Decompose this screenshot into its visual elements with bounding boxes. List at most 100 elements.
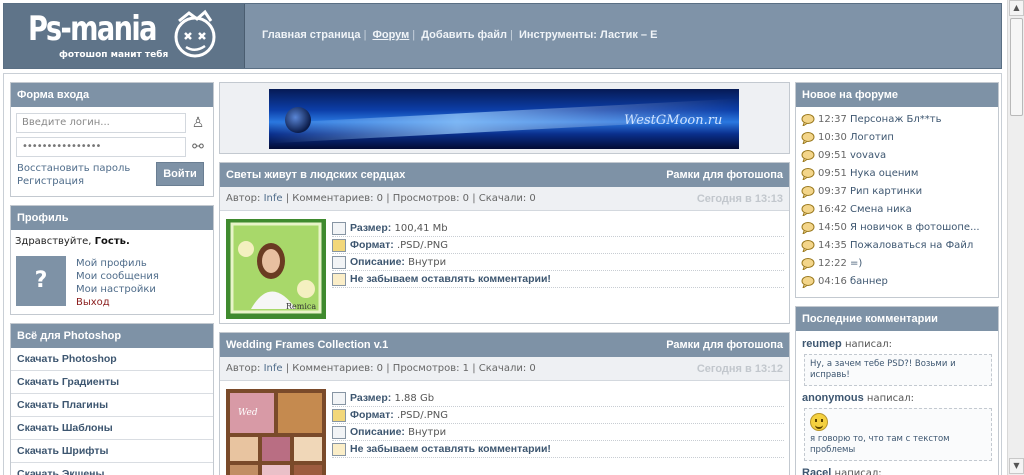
comment-author-line: Racel написал:	[796, 465, 998, 475]
comment-author-line: anonymous написал:	[802, 392, 915, 404]
restore-password-link[interactable]: Восстановить пароль	[17, 163, 130, 175]
forum-item[interactable]: 16:42 Смена ника	[796, 201, 998, 219]
page-scrollbar[interactable]: ▲ ▼	[1007, 0, 1024, 475]
forum-item[interactable]: 04:16 баннер	[796, 273, 998, 291]
svg-text:Remica: Remica	[286, 302, 316, 311]
article-title[interactable]: Wedding Frames Collection v.1	[226, 339, 388, 351]
logo[interactable]: Ps-mania фотошоп манит тебя	[4, 4, 245, 68]
svg-text:Wed: Wed	[238, 408, 258, 418]
my-settings-link[interactable]: Мои настройки	[76, 283, 159, 296]
pencil-icon	[332, 273, 346, 286]
logo-face-icon	[174, 9, 216, 58]
nav-home[interactable]: Главная страница	[262, 29, 361, 41]
format-icon	[332, 409, 346, 422]
comment-author[interactable]: Racel	[802, 467, 831, 475]
forum-item[interactable]: 12:37 Персонаж Бл**ть	[796, 111, 998, 129]
forum-title: Новое на форуме	[796, 83, 998, 107]
scroll-thumb[interactable]	[1010, 18, 1023, 116]
article-thumbnail[interactable]: Remica	[226, 219, 326, 319]
article-info: Размер: 1.88 Gb Формат: .PSD/.PNG Описан…	[332, 390, 784, 458]
forum-topic-icon	[801, 204, 815, 216]
forum-list: 12:37 Персонаж Бл**ть 10:30 Логотип 09:5…	[796, 107, 998, 291]
login-button[interactable]: Войти	[156, 162, 204, 186]
forum-topic-icon	[801, 240, 815, 252]
article-downloads: Скачали: 0	[478, 363, 536, 374]
article-category[interactable]: Рамки для фотошопа	[666, 333, 783, 357]
info-size: Размер: 1.88 Gb	[332, 390, 784, 407]
my-messages-link[interactable]: Мои сообщения	[76, 270, 159, 283]
download-templates-link[interactable]: Скачать Шаблоны	[11, 417, 213, 440]
forum-item[interactable]: 12:22 =)	[796, 255, 998, 273]
greeting: Здравствуйте, Гость.	[15, 236, 130, 247]
comment-author[interactable]: anonymous	[802, 392, 864, 404]
article-info: Размер: 100,41 Mb Формат: .PSD/.PNG Опис…	[332, 220, 784, 288]
forum-item[interactable]: 09:51 vovava	[796, 147, 998, 165]
banner-image[interactable]: WestGMoon.ru	[269, 89, 739, 149]
forum-topic-icon	[801, 186, 815, 198]
forum-item[interactable]: 14:35 Пожаловаться на Файл	[796, 237, 998, 255]
logo-title: Ps-mania	[28, 9, 157, 49]
register-link[interactable]: Регистрация	[17, 176, 84, 188]
page: Ps-mania фотошоп манит тебя Главная стра…	[3, 3, 1004, 475]
article-comments: Комментариев: 0	[292, 193, 384, 204]
center-column: WestGMoon.ru Светы живут в людских сердц…	[219, 82, 790, 475]
forum-item[interactable]: 10:30 Логотип	[796, 129, 998, 147]
info-size: Размер: 100,41 Mb	[332, 220, 784, 237]
nav-tools[interactable]: Инструменты: Ластик – Е	[519, 29, 657, 41]
article-author[interactable]: Infe	[264, 193, 283, 204]
scroll-down-icon[interactable]: ▼	[1009, 458, 1024, 474]
profile-links: Мой профиль Мои сообщения Мои настройки …	[76, 257, 159, 309]
description-icon	[332, 426, 346, 439]
info-description: Описание: Внутри	[332, 254, 784, 271]
my-profile-link[interactable]: Мой профиль	[76, 257, 159, 270]
download-gradients-link[interactable]: Скачать Градиенты	[11, 371, 213, 394]
forum-box: Новое на форуме 12:37 Персонаж Бл**ть 10…	[795, 82, 999, 298]
password-input[interactable]: ••••••••••••••••	[16, 137, 186, 157]
forum-item[interactable]: 09:51 Нука оценим	[796, 165, 998, 183]
download-fonts-link[interactable]: Скачать Шрифты	[11, 440, 213, 463]
login-title: Форма входа	[11, 83, 213, 107]
article-thumbnail[interactable]: Wed	[226, 389, 326, 475]
logout-link[interactable]: Выход	[76, 296, 159, 309]
site-header: Ps-mania фотошоп манит тебя Главная стра…	[3, 3, 1002, 69]
scroll-up-icon[interactable]: ▲	[1009, 0, 1024, 16]
avatar: ?	[16, 256, 66, 306]
info-reminder: Не забываем оставлять комментарии!	[332, 441, 784, 458]
forum-topic-icon	[801, 132, 815, 144]
nav-add-file[interactable]: Добавить файл	[421, 29, 507, 41]
article-category[interactable]: Рамки для фотошопа	[666, 163, 783, 187]
planet-icon	[285, 107, 311, 133]
comment-text-box: я говорю то, что там с текстом проблемы	[804, 408, 992, 461]
forum-topic-icon	[801, 276, 815, 288]
nav-forum[interactable]: Форум	[372, 29, 409, 41]
key-icon: ⚯	[192, 139, 204, 155]
info-format: Формат: .PSD/.PNG	[332, 407, 784, 424]
profile-box: Профиль Здравствуйте, Гость. ? Мой профи…	[10, 205, 214, 315]
download-icon	[332, 392, 346, 405]
login-box: Форма входа Введите логин... ♙ •••••••••…	[10, 82, 214, 197]
download-photoshop-link[interactable]: Скачать Photoshop	[11, 348, 213, 371]
article-author[interactable]: Infe	[264, 363, 283, 374]
description-icon	[332, 256, 346, 269]
banner-box: WestGMoon.ru	[219, 82, 790, 154]
article-card: Светы живут в людских сердцах Рамки для …	[219, 162, 790, 324]
article-meta: Автор: Infe | Комментариев: 0 | Просмотр…	[220, 357, 789, 381]
article-card: Wedding Frames Collection v.1 Рамки для …	[219, 332, 790, 475]
forum-topic-icon	[801, 168, 815, 180]
download-plugins-link[interactable]: Скачать Плагины	[11, 394, 213, 417]
user-icon: ♙	[191, 115, 205, 131]
right-column: Новое на форуме 12:37 Персонаж Бл**ть 10…	[795, 82, 999, 475]
comment-author[interactable]: reumep	[802, 338, 842, 350]
info-format: Формат: .PSD/.PNG	[332, 237, 784, 254]
forum-item[interactable]: 14:50 Я новичок в фотошопе...	[796, 219, 998, 237]
comment-text: Ну, а зачем тебе PSD?! Возьми и исправь!	[804, 354, 992, 386]
comments-title: Последние комментарии	[796, 307, 998, 331]
main-nav: Главная страница | Форум | Добавить файл | …	[262, 29, 658, 41]
article-title[interactable]: Светы живут в людских сердцах	[226, 169, 405, 181]
pencil-icon	[332, 443, 346, 456]
login-input[interactable]: Введите логин...	[16, 113, 186, 133]
forum-item[interactable]: 09:37 Рип картинки	[796, 183, 998, 201]
forum-topic-icon	[801, 222, 815, 234]
smile-icon	[810, 413, 828, 431]
download-actions-link[interactable]: Скачать Экшены	[11, 463, 213, 475]
